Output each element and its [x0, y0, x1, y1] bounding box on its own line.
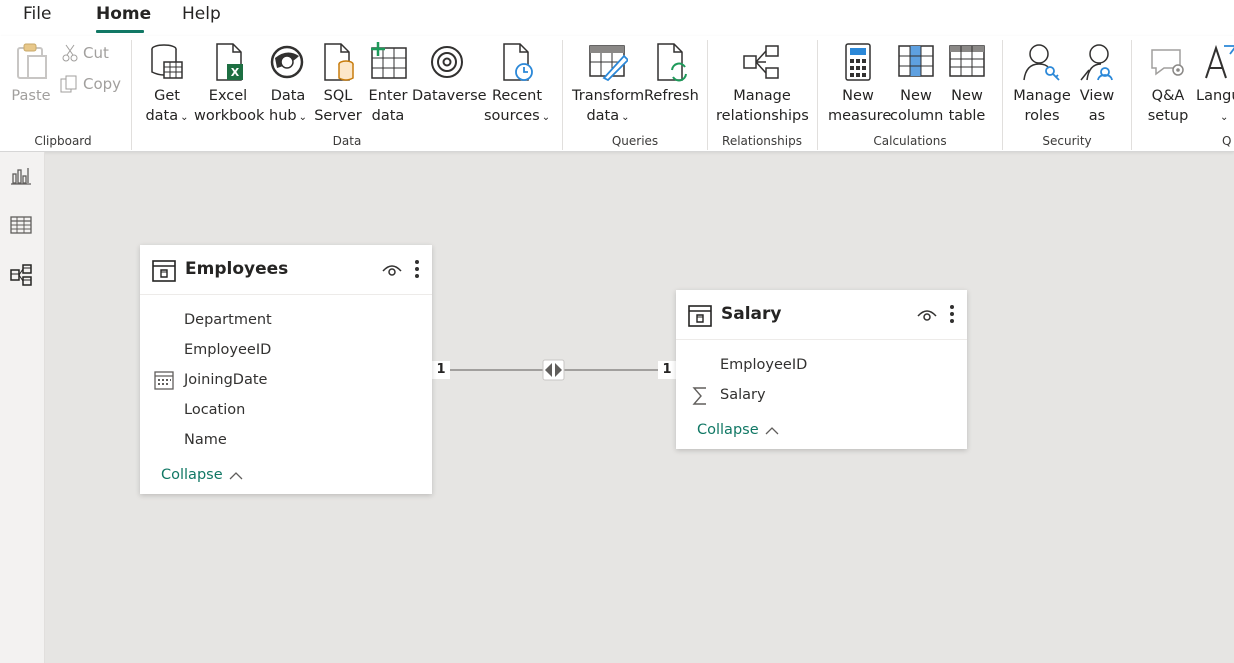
field-joiningdate[interactable]: JoiningDate	[184, 372, 267, 388]
cardinality-right: 1	[658, 361, 676, 379]
chevron-up-icon	[765, 426, 779, 434]
chevron-up-icon	[229, 471, 243, 479]
field-department[interactable]: Department	[184, 312, 272, 328]
field-location[interactable]: Location	[184, 402, 245, 418]
more-options-icon[interactable]	[949, 304, 955, 324]
table-title: Salary	[721, 304, 782, 324]
field-salary[interactable]: Salary	[720, 387, 766, 403]
field-employeeid[interactable]: EmployeeID	[720, 357, 807, 373]
visibility-eye-icon[interactable]	[917, 308, 937, 322]
table-title: Employees	[185, 259, 289, 279]
salary-table-card[interactable]: Salary EmployeeID Salary Collapse	[676, 290, 967, 449]
table-header[interactable]: Salary	[676, 290, 967, 340]
field-employeeid[interactable]: EmployeeID	[184, 342, 271, 358]
calendar-icon	[154, 371, 174, 390]
collapse-button[interactable]: Collapse	[697, 422, 779, 438]
table-icon	[688, 305, 712, 327]
table-header[interactable]: Employees	[140, 245, 432, 295]
bidirectional-filter-icon	[542, 359, 565, 381]
collapse-button[interactable]: Collapse	[161, 467, 243, 483]
cardinality-left: 1	[432, 361, 450, 379]
more-options-icon[interactable]	[414, 259, 420, 279]
visibility-eye-icon[interactable]	[382, 263, 402, 277]
field-name[interactable]: Name	[184, 432, 227, 448]
employees-table-card[interactable]: Employees Department EmployeeID JoiningD…	[140, 245, 432, 494]
table-icon	[152, 260, 176, 282]
sum-sigma-icon	[692, 387, 706, 405]
